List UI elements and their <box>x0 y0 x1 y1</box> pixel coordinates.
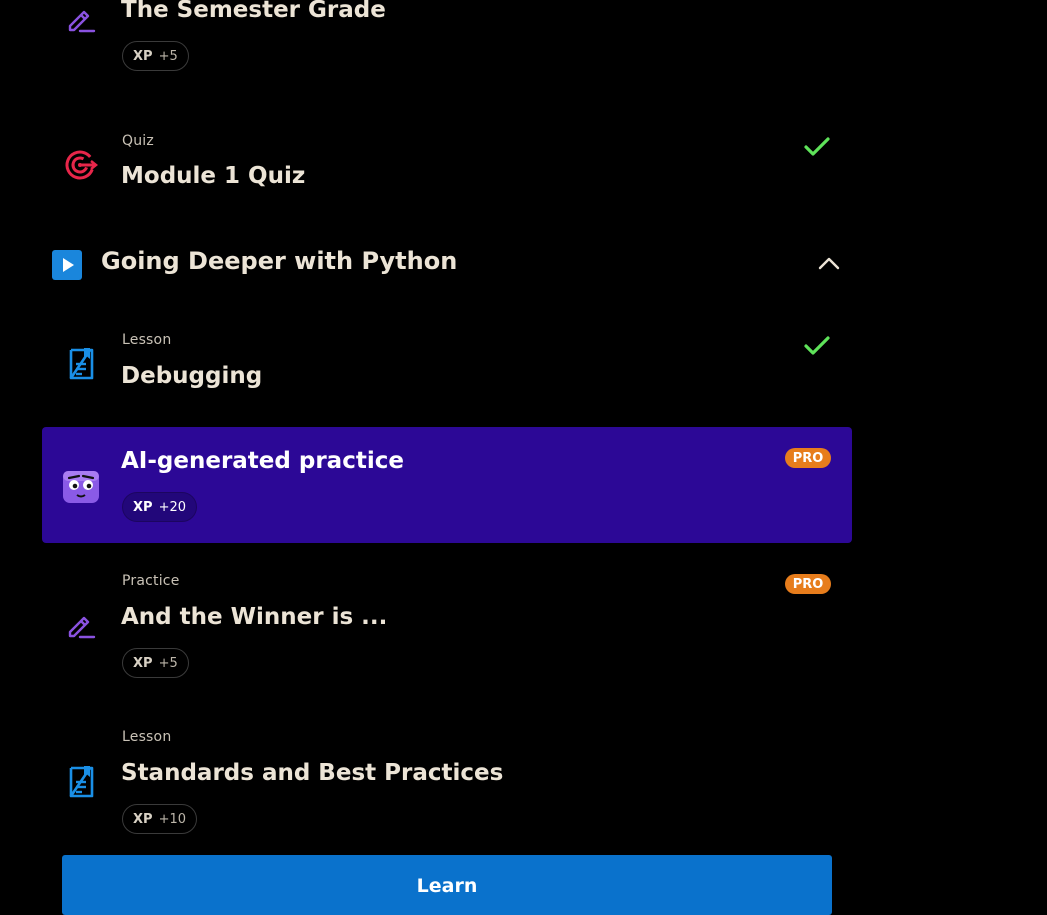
xp-label: XP <box>133 811 153 827</box>
chevron-up-icon[interactable] <box>818 255 840 271</box>
xp-value: +10 <box>158 811 186 827</box>
item-type-label: Lesson <box>122 729 172 745</box>
xp-badge: XP +5 <box>122 648 189 678</box>
target-quiz-icon <box>65 150 98 180</box>
list-item-ai-generated-practice[interactable]: AI-generated practice XP +20 PRO <box>42 427 852 543</box>
item-type-label: Practice <box>122 573 180 589</box>
ai-bot-mascot-icon <box>63 471 99 503</box>
item-type-label: Lesson <box>122 332 172 348</box>
xp-badge: XP +20 <box>122 492 197 522</box>
lesson-document-icon <box>69 348 94 380</box>
item-title: Module 1 Quiz <box>121 163 306 189</box>
edit-practice-icon <box>68 616 96 639</box>
learn-button[interactable]: Learn <box>62 855 832 915</box>
xp-badge: XP +5 <box>122 41 189 71</box>
xp-value: +5 <box>158 655 178 671</box>
pro-badge: PRO <box>785 574 831 594</box>
item-title: And the Winner is ... <box>121 604 388 630</box>
xp-badge: XP +10 <box>122 804 197 834</box>
xp-label: XP <box>133 655 153 671</box>
item-title: Standards and Best Practices <box>121 760 504 786</box>
pro-badge: PRO <box>785 448 831 468</box>
xp-value: +5 <box>158 48 178 64</box>
item-type-label: Quiz <box>122 133 154 149</box>
lesson-document-icon <box>69 766 94 798</box>
play-icon <box>52 250 82 280</box>
item-title: AI-generated practice <box>121 448 404 474</box>
xp-label: XP <box>133 48 153 64</box>
check-icon <box>804 137 830 156</box>
xp-label: XP <box>133 499 153 515</box>
item-title: The Semester Grade <box>121 0 386 23</box>
xp-value: +20 <box>158 499 186 515</box>
check-icon <box>804 336 830 355</box>
section-title: Going Deeper with Python <box>101 247 458 275</box>
edit-practice-icon <box>68 10 96 33</box>
item-title: Debugging <box>121 363 263 389</box>
